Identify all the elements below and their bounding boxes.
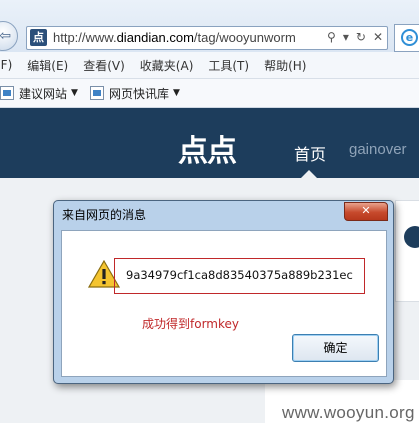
close-icon: ✕ — [361, 204, 371, 217]
watermark: www.wooyun.org — [282, 403, 415, 422]
site-favicon-icon: 点 — [30, 29, 47, 46]
stop-icon[interactable]: ✕ — [373, 30, 383, 44]
nav-indicator — [301, 170, 317, 178]
nav-user-link[interactable]: gainover — [349, 141, 407, 158]
alert-dialog: 来自网页的消息 ✕ 9a34979cf1ca8d83540375a889b231… — [53, 200, 394, 384]
fav-label: 建议网站 — [19, 86, 68, 101]
site-logo[interactable]: 点点 — [178, 126, 237, 170]
url-text[interactable]: http://www.diandian.com/tag/wooyunworm — [53, 30, 296, 45]
browser-tab[interactable]: e — [394, 24, 419, 52]
back-button[interactable]: ⇦ — [0, 21, 18, 51]
menu-help[interactable]: 帮助(H) — [264, 57, 306, 74]
url-path: /tag/wooyunworm — [193, 30, 296, 45]
nav-home-link[interactable]: 首页 — [294, 141, 326, 165]
avatar[interactable] — [404, 226, 419, 248]
address-bar[interactable]: 点 http://www.diandian.com/tag/wooyunworm… — [26, 26, 388, 50]
ie-logo-icon: e — [401, 29, 418, 46]
menu-file[interactable]: (F) — [0, 58, 12, 72]
url-domain: diandian.com — [116, 30, 194, 45]
browser-toolbar: ⇦ 点 http://www.diandian.com/tag/wooyunwo… — [0, 0, 419, 52]
refresh-icon[interactable]: ↻ — [356, 30, 366, 44]
menu-bar: (F) 编辑(E) 查看(V) 收藏夹(A) 工具(T) 帮助(H) — [0, 52, 419, 79]
page-icon — [0, 86, 14, 100]
search-icon[interactable]: ⚲ — [327, 30, 336, 44]
address-bar-icons: ⚲ ▾ ↻ ✕ — [327, 30, 383, 44]
dialog-content: 9a34979cf1ca8d83540375a889b231ec 成功得到for… — [61, 230, 387, 377]
favorites-bar: 建议网站 ▼ 网页快讯库 ▼ — [0, 79, 419, 108]
fav-web-slice-gallery[interactable]: 网页快讯库 ▼ — [89, 85, 180, 102]
back-arrow-icon: ⇦ — [0, 28, 11, 44]
page-icon — [89, 86, 104, 100]
url-prefix: http://www. — [53, 30, 117, 45]
chevron-down-icon: ▼ — [172, 88, 180, 98]
fav-suggested-sites[interactable]: 建议网站 ▼ — [0, 85, 78, 102]
menu-tools[interactable]: 工具(T) — [208, 57, 249, 74]
fav-label: 网页快讯库 — [108, 86, 169, 101]
site-header: 点点 首页 gainover — [0, 108, 419, 178]
dropdown-icon[interactable]: ▾ — [343, 30, 349, 44]
menu-favorites[interactable]: 收藏夹(A) — [140, 57, 194, 74]
dialog-title: 来自网页的消息 — [62, 208, 147, 222]
dialog-message: 9a34979cf1ca8d83540375a889b231ec — [126, 268, 353, 282]
menu-view[interactable]: 查看(V) — [83, 57, 125, 74]
close-button[interactable]: ✕ — [344, 202, 388, 221]
menu-edit[interactable]: 编辑(E) — [27, 57, 68, 74]
chevron-down-icon: ▼ — [71, 88, 78, 98]
message-highlight: 9a34979cf1ca8d83540375a889b231ec — [114, 258, 365, 294]
ok-button[interactable]: 确定 — [292, 334, 379, 362]
annotation-note: 成功得到formkey — [142, 317, 239, 331]
side-card — [395, 200, 419, 302]
